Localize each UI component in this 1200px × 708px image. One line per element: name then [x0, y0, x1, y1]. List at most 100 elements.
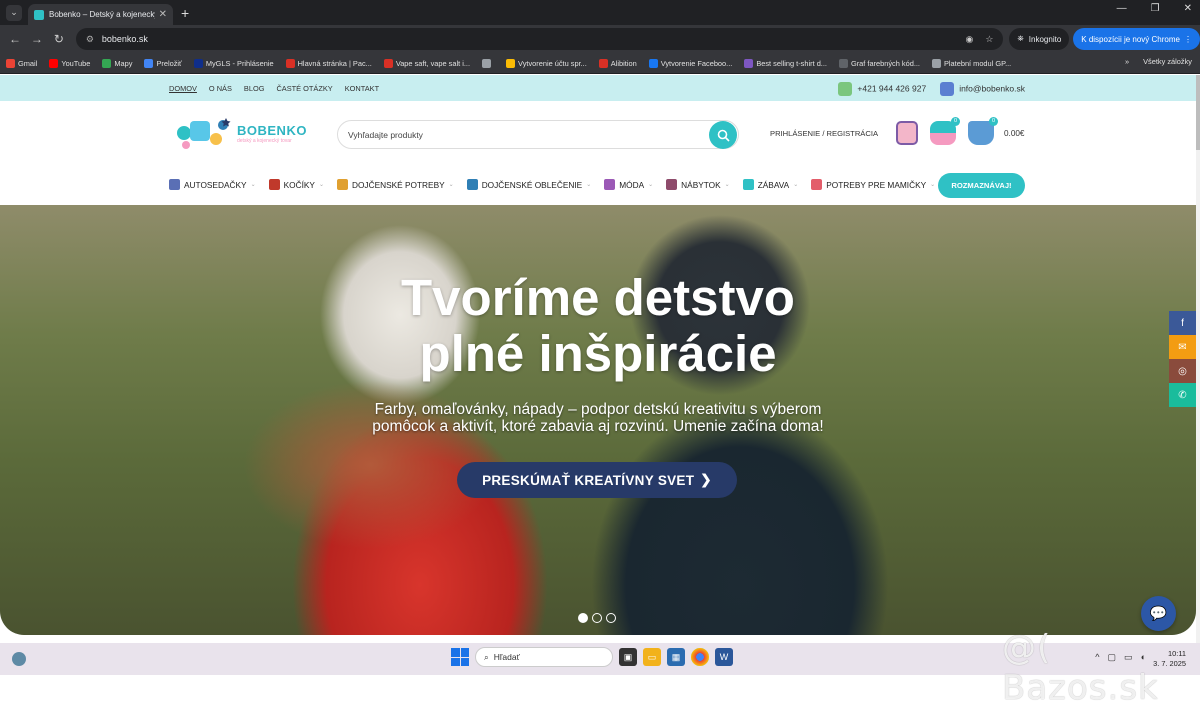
top-link[interactable]: O NÁS [209, 84, 232, 93]
bookmark-icon [838, 58, 848, 68]
incognito-eye-icon[interactable]: ◉ [965, 34, 973, 45]
menu-item-label: KOČÍKY [283, 179, 315, 190]
search-input[interactable]: Vyhľadajte produkty [348, 130, 423, 140]
browser-tab[interactable]: Bobenko – Detský a kojenecký ✕ [28, 4, 173, 25]
bazos-watermark: @( Bazos.sk [1002, 628, 1159, 708]
chat-button[interactable]: 💬 [1141, 596, 1176, 631]
menu-item[interactable]: KOČÍKY ⌄ [268, 179, 324, 190]
slider-dot[interactable] [578, 613, 588, 623]
bookmark-item[interactable]: Vytvorenie účtu spr... [506, 58, 587, 68]
bookmark-label: Vytvorenie účtu spr... [518, 58, 587, 68]
menu-item[interactable]: NÁBYTOK ⌄ [666, 179, 730, 190]
browser-tab-strip: ⌄ Bobenko – Detský a kojenecký ✕ + — ❐ ✕ [0, 0, 1200, 25]
category-icon [604, 179, 616, 190]
bookmark-item[interactable]: Alibition [598, 58, 637, 68]
top-link[interactable]: ČASTÉ OTÁZKY [276, 84, 332, 93]
email-contact[interactable]: info@bobenko.sk [940, 82, 1025, 96]
cart-total[interactable]: 0.00€ [1004, 129, 1025, 138]
category-icon [336, 179, 348, 190]
whatsapp-icon[interactable]: ✆ [1169, 383, 1196, 407]
bookmark-label: Platební modul GP... [943, 58, 1012, 68]
search-icon: ⌕ [484, 651, 489, 662]
reload-icon[interactable]: ↻ [48, 32, 70, 46]
tab-search-button[interactable]: ⌄ [6, 4, 22, 21]
bookmark-item[interactable] [482, 58, 494, 68]
webpage: DOMOV O NÁS BLOG ČASTÉ OTÁZKY KONTAKT +421 9… [0, 75, 1196, 635]
more-bookmarks-icon[interactable]: » [1125, 57, 1129, 66]
taskbar-search[interactable]: ⌕ Hľadať [475, 647, 613, 667]
instagram-icon[interactable]: ◎ [1169, 359, 1196, 383]
all-bookmarks-button[interactable]: Všetky záložky [1143, 57, 1192, 66]
site-logo[interactable]: BOBENKO detský a kojenecký tovar [174, 115, 307, 151]
bookmark-item[interactable]: Preložiť [144, 58, 182, 68]
store-icon[interactable]: ▦ [667, 648, 685, 666]
rozmaznavaj-button[interactable]: ROZMAZNÁVAJ! [938, 173, 1025, 198]
bookmark-item[interactable]: Mapy [102, 58, 133, 68]
account-icon[interactable] [896, 121, 918, 145]
chat-icon: 💬 [1149, 605, 1168, 621]
top-link[interactable]: DOMOV [169, 84, 197, 93]
bookmark-item[interactable]: MyGLS - Prihlásenie [193, 58, 274, 68]
bookmark-item[interactable]: Vape saft, vape salt i... [383, 58, 471, 68]
logo-icon [174, 115, 232, 151]
forward-icon[interactable]: → [26, 32, 48, 46]
login-register-link[interactable]: PRIHLÁSENIE / REGISTRÁCIA [770, 129, 878, 138]
main-menu: AUTOSEDAČKY ⌄ KOČÍKY ⌄ DOJČENSKÉ POTREBY ⌄ DOJ… [0, 165, 1196, 205]
new-tab-button[interactable]: + [181, 5, 189, 21]
address-bar[interactable]: ⚙ bobenko.sk ◉ ☆ [75, 28, 1004, 50]
site-info-icon[interactable]: ⚙ [86, 34, 94, 45]
menu-item[interactable]: POTREBY PRE MAMIČKY ⌄ [811, 179, 935, 190]
bookmark-label: Mapy [114, 58, 133, 68]
hero-title: Tvoríme detstvo plné inšpirácie [0, 270, 1196, 382]
close-window-icon[interactable]: ✕ [1184, 3, 1192, 14]
bookmark-item[interactable]: Best selling t-shirt d... [744, 58, 827, 68]
menu-item-label: MÓDA [619, 179, 645, 190]
back-icon[interactable]: ← [4, 32, 26, 46]
bookmark-item[interactable]: Hlavná stránka | Pac... [285, 58, 372, 68]
facebook-icon[interactable]: f [1169, 311, 1196, 335]
restore-icon[interactable]: ❐ [1151, 3, 1160, 14]
bookmark-item[interactable]: Vytvorenie Faceboo... [648, 58, 732, 68]
bookmark-item[interactable]: Platební modul GP... [931, 58, 1012, 68]
bookmark-item[interactable]: Gmail [6, 58, 37, 68]
wishlist-icon[interactable]: 0 [930, 117, 960, 145]
category-icon [666, 179, 678, 190]
header-icons: 0 0 [896, 117, 998, 145]
slider-dot[interactable] [606, 613, 616, 623]
word-icon[interactable]: W [715, 648, 733, 666]
bookmark-label: Vape saft, vape salt i... [395, 58, 471, 68]
url-text: bobenko.sk [101, 34, 148, 44]
category-icon [169, 179, 180, 190]
logo-tagline: detský a kojenecký tovar [237, 137, 292, 144]
chevron-right-icon: ❯ [700, 472, 712, 487]
task-view-icon[interactable]: ▣ [619, 648, 637, 666]
phone-contact[interactable]: +421 944 426 927 [838, 82, 926, 96]
product-search[interactable]: Vyhľadajte produkty [337, 120, 739, 149]
slider-dot[interactable] [592, 613, 602, 623]
widgets-icon[interactable] [12, 652, 26, 666]
email-icon[interactable]: ✉ [1169, 335, 1196, 359]
menu-item[interactable]: ZÁBAVA ⌄ [742, 179, 798, 190]
menu-item[interactable]: DOJČENSKÉ POTREBY ⌄ [336, 179, 454, 190]
bookmark-item[interactable]: Graf farebných kód... [838, 58, 920, 68]
explore-button[interactable]: PRESKÚMAŤ KREATÍVNY SVET ❯ [457, 462, 737, 498]
file-explorer-icon[interactable]: ▭ [643, 648, 661, 666]
menu-item[interactable]: MÓDA ⌄ [604, 179, 653, 190]
cart-icon[interactable]: 0 [968, 117, 998, 145]
start-icon[interactable] [451, 648, 469, 666]
menu-item[interactable]: DOJČENSKÉ OBLEČENIE ⌄ [466, 179, 591, 190]
search-icon[interactable] [709, 121, 737, 149]
bookmark-star-icon[interactable]: ☆ [985, 34, 993, 45]
close-tab-icon[interactable]: ✕ [159, 9, 167, 20]
menu-item[interactable]: AUTOSEDAČKY ⌄ [169, 179, 256, 190]
page-scrollbar[interactable] [1196, 75, 1200, 643]
bookmark-item[interactable]: YouTube [49, 58, 90, 68]
chrome-icon[interactable] [691, 648, 709, 666]
top-link[interactable]: KONTAKT [345, 84, 379, 93]
tab-title: Bobenko – Detský a kojenecký [49, 10, 155, 19]
chrome-update-button[interactable]: K dispozícii je nový Chrome ⋮ [1073, 28, 1200, 50]
minimize-icon[interactable]: — [1117, 3, 1127, 14]
incognito-indicator[interactable]: ⛯ Inkognito [1009, 28, 1070, 50]
top-link[interactable]: BLOG [244, 84, 265, 93]
scrollbar-thumb[interactable] [1196, 75, 1200, 150]
